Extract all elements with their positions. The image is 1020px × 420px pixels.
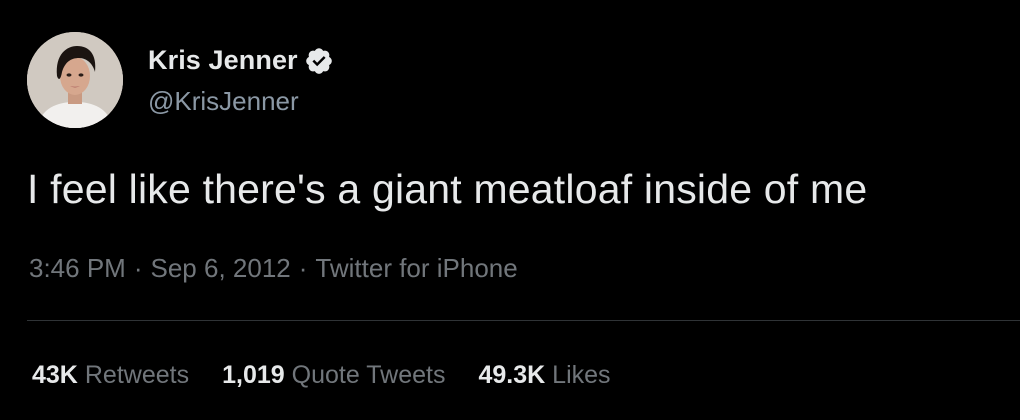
retweets-label: Retweets — [84, 361, 190, 389]
tweet-detail: Kris Jenner @KrisJenner I feel like ther… — [0, 0, 1020, 420]
retweets-count: 43K — [32, 361, 78, 389]
meta-separator: · — [298, 253, 308, 283]
likes-label: Likes — [552, 361, 611, 389]
tweet-meta: 3:46 PM · Sep 6, 2012 · Twitter for iPhone — [29, 253, 518, 284]
tweet-text: I feel like there's a giant meatloaf ins… — [27, 166, 868, 212]
avatar-image — [27, 32, 123, 128]
display-name[interactable]: Kris Jenner — [148, 45, 298, 76]
tweet-time[interactable]: 3:46 PM — [29, 253, 126, 283]
tweet-source[interactable]: Twitter for iPhone — [315, 253, 517, 283]
tweet-date[interactable]: Sep 6, 2012 — [151, 253, 291, 283]
likes-count: 49.3K — [478, 361, 546, 389]
tweet-stats: 43K Retweets 1,019 Quote Tweets 49.3K Likes — [32, 361, 644, 390]
user-names: Kris Jenner @KrisJenner — [148, 44, 334, 117]
display-name-row: Kris Jenner — [148, 44, 334, 78]
quote-tweets-stat[interactable]: 1,019 Quote Tweets — [222, 361, 445, 390]
user-handle[interactable]: @KrisJenner — [148, 86, 334, 117]
quote-tweets-label: Quote Tweets — [291, 361, 446, 389]
retweets-stat[interactable]: 43K Retweets — [32, 361, 189, 390]
divider — [27, 320, 1020, 321]
meta-separator: · — [133, 253, 143, 283]
quote-tweets-count: 1,019 — [222, 361, 285, 389]
tweet-header: Kris Jenner @KrisJenner — [27, 32, 334, 128]
likes-stat[interactable]: 49.3K Likes — [478, 361, 610, 390]
verified-badge-icon — [304, 46, 334, 76]
avatar[interactable] — [27, 32, 123, 128]
